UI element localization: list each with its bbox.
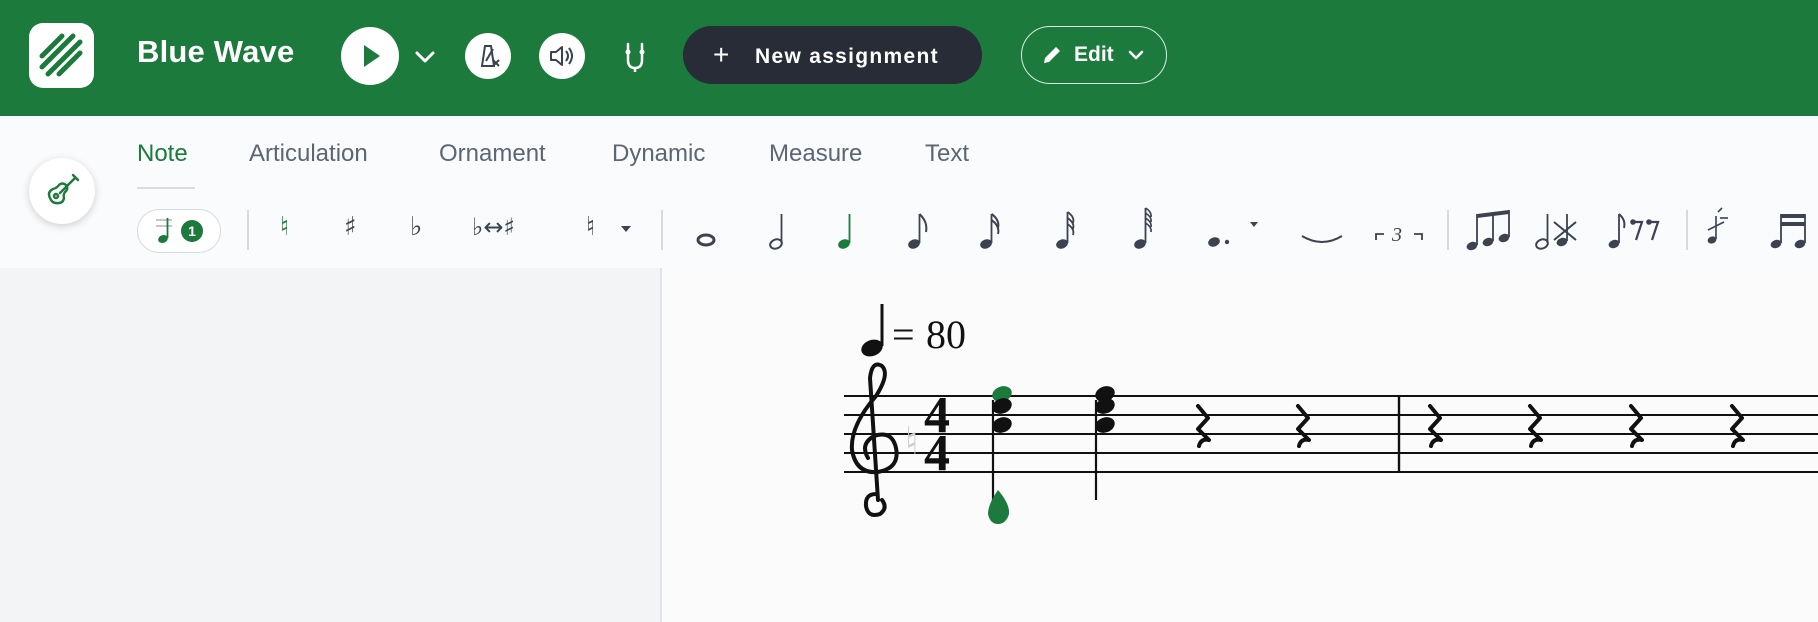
plus-icon: +: [713, 39, 730, 70]
tab-note[interactable]: Note: [137, 140, 188, 168]
toolbar-divider: [661, 210, 663, 250]
grace-note-icon[interactable]: [1698, 200, 1738, 258]
eighth-note-icon[interactable]: [896, 200, 936, 258]
edit-menu-button[interactable]: Edit: [1021, 26, 1167, 84]
time-signature-denominator: 4: [924, 425, 950, 482]
dot-menu-icon[interactable]: [1200, 206, 1260, 256]
instrument-guitar-icon: [47, 173, 80, 205]
toolbar-divider: [247, 210, 249, 250]
tab-measure[interactable]: Measure: [769, 140, 862, 168]
stripes-logo-icon: [39, 33, 83, 77]
treble-clef: [849, 362, 899, 517]
voice-note-icon: [156, 218, 172, 243]
natural-button[interactable]: ♮: [280, 212, 289, 242]
ghost-natural-accidental: ♮: [905, 419, 919, 463]
thirty-second-note-icon[interactable]: [1044, 200, 1084, 258]
half-note-icon[interactable]: [758, 200, 798, 258]
sharp-button[interactable]: ♯: [344, 212, 357, 242]
whole-note-icon[interactable]: [686, 206, 726, 256]
quarter-rest[interactable]: [1528, 404, 1543, 448]
tie-icon[interactable]: [1298, 206, 1346, 256]
toolbar-divider: [1447, 210, 1449, 250]
chord[interactable]: [1093, 384, 1117, 500]
voice-selector[interactable]: 1: [137, 209, 221, 253]
quarter-rest[interactable]: [1196, 404, 1211, 448]
chevron-down-icon: [415, 51, 435, 63]
tempo-value: 80: [926, 312, 966, 357]
voice-number-badge: 1: [181, 220, 203, 242]
metronome-off-icon: [480, 45, 500, 67]
tuplet-number: 3: [1391, 224, 1402, 246]
edit-label: Edit: [1074, 43, 1114, 66]
tab-text[interactable]: Text: [925, 140, 969, 168]
tempo-marking[interactable]: = 80: [859, 304, 966, 359]
metronome-button[interactable]: [465, 33, 511, 79]
app-logo[interactable]: [29, 23, 94, 88]
sound-button[interactable]: [539, 33, 585, 79]
sixty-fourth-note-icon[interactable]: [1122, 198, 1162, 258]
tuplet-icon[interactable]: 3: [1372, 206, 1426, 256]
quarter-note-icon[interactable]: [826, 200, 866, 258]
sixteenth-note-icon[interactable]: [968, 200, 1008, 258]
playback-options-button[interactable]: [410, 42, 440, 72]
left-panel: [0, 268, 660, 622]
staff: [844, 395, 1818, 473]
pencil-icon: [1044, 47, 1060, 63]
note-toolbar: 1 ♮ ♯ ♭ ♭↔♯ ♮ 3: [0, 192, 1818, 269]
instrument-tool-button[interactable]: [29, 158, 95, 224]
beam-group-icon[interactable]: [1462, 200, 1514, 258]
cross-beam-icon[interactable]: [1530, 200, 1582, 258]
quarter-rest[interactable]: [1629, 404, 1644, 448]
tab-articulation[interactable]: Articulation: [249, 140, 368, 168]
play-button[interactable]: [341, 27, 399, 85]
score-notation[interactable]: = 80 4 4 ♮: [662, 268, 1818, 622]
enharmonic-button[interactable]: ♭↔♯: [472, 212, 515, 242]
new-assignment-button[interactable]: + New assignment: [683, 26, 982, 84]
app-title: Blue Wave: [137, 34, 295, 69]
rest-tools-icon[interactable]: [1604, 200, 1664, 258]
quarter-rest[interactable]: [1296, 404, 1311, 448]
toolbar-divider: [1686, 210, 1688, 250]
speaker-icon: [550, 46, 573, 66]
beamed-sixteenths-icon[interactable]: [1764, 200, 1818, 258]
quarter-rest[interactable]: [1428, 404, 1443, 448]
top-app-bar: Blue Wave + New assignment Edit: [0, 0, 1818, 116]
time-signature: 4 4: [924, 387, 950, 482]
tool-category-tabs: Note Articulation Ornament Dynamic Measu…: [0, 116, 1818, 193]
tab-dynamic[interactable]: Dynamic: [612, 140, 705, 168]
caret-down-icon[interactable]: [620, 224, 632, 234]
flat-button[interactable]: ♭: [410, 212, 422, 242]
active-tab-underline: [137, 187, 195, 189]
tab-ornament[interactable]: Ornament: [439, 140, 546, 168]
new-assignment-label: New assignment: [755, 45, 939, 68]
tempo-equals: =: [892, 312, 915, 357]
play-icon: [364, 45, 380, 67]
courtesy-accidental-button[interactable]: ♮: [586, 212, 595, 242]
quarter-rest[interactable]: [1730, 404, 1745, 448]
chevron-down-icon: [1128, 50, 1144, 60]
microphone-button[interactable]: [618, 40, 652, 74]
microphone-icon: [625, 42, 645, 72]
stem-drag-handle[interactable]: [988, 490, 1010, 524]
